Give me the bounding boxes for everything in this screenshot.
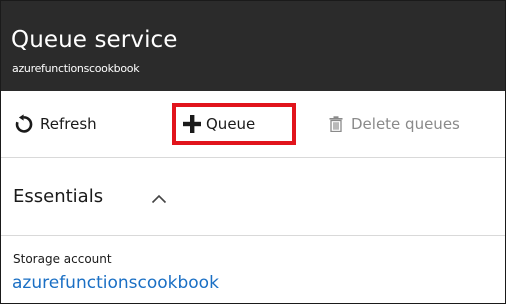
essentials-toggle[interactable]: Essentials: [1, 158, 505, 236]
refresh-button[interactable]: Refresh: [14, 113, 97, 135]
page-subtitle: azurefunctionscookbook: [12, 62, 140, 75]
blade-header: Queue service azurefunctionscookbook: [1, 1, 505, 91]
refresh-button-label: Refresh: [40, 115, 97, 133]
storage-account-link[interactable]: azurefunctionscookbook: [12, 273, 219, 293]
plus-icon: [182, 114, 202, 134]
queue-service-blade: Queue service azurefunctionscookbook Ref…: [0, 0, 506, 304]
add-queue-button[interactable]: Queue: [182, 113, 255, 135]
page-title: Queue service: [11, 27, 178, 53]
refresh-icon: [14, 114, 34, 134]
command-bar: Refresh Queue Delete queues: [1, 91, 505, 158]
essentials-label: Essentials: [13, 186, 104, 207]
storage-account-label: Storage account: [13, 252, 112, 266]
delete-queues-button[interactable]: Delete queues: [329, 113, 460, 135]
add-queue-button-label: Queue: [206, 115, 256, 133]
chevron-up-icon: [151, 194, 167, 204]
delete-queues-button-label: Delete queues: [351, 115, 460, 133]
trash-icon: [329, 116, 343, 132]
